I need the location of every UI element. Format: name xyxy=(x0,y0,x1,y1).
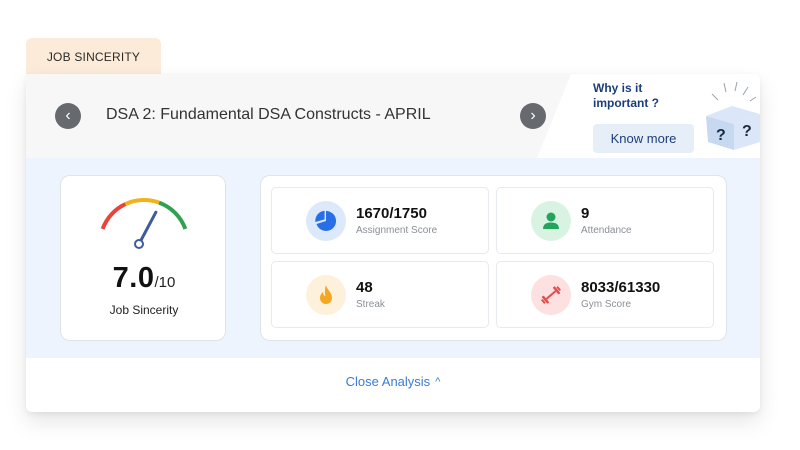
sincerity-score-value: 7.0 xyxy=(112,262,155,294)
why-important-text: Why is it important ? xyxy=(593,81,659,110)
stat-value: 8033/61330 xyxy=(581,279,661,296)
flame-icon xyxy=(306,275,346,315)
gauge-arc-high xyxy=(158,200,188,230)
sincerity-gauge xyxy=(100,198,188,249)
know-more-button[interactable]: Know more xyxy=(593,124,694,153)
close-analysis-label: Close Analysis xyxy=(345,374,431,389)
job-sincerity-card: 7.0/10 Job Sincerity xyxy=(60,175,226,341)
close-analysis-button[interactable]: Close Analysis ^ xyxy=(26,374,760,389)
stat-attendance: 9 Attendance xyxy=(496,187,714,254)
chevron-left-icon: ‹ xyxy=(65,107,71,124)
stat-value: 1670/1750 xyxy=(356,205,427,222)
sincerity-score-max: /10 xyxy=(154,274,176,291)
gauge-arc-low xyxy=(100,202,127,230)
know-more-label: Know more xyxy=(610,131,677,146)
course-title: DSA 2: Fundamental DSA Constructs - APRI… xyxy=(106,106,431,123)
analysis-card: ‹ DSA 2: Fundamental DSA Constructs - AP… xyxy=(26,74,760,412)
tab-label: JOB SINCERITY xyxy=(46,49,141,64)
stat-label: Assignment Score xyxy=(356,225,438,236)
stat-label: Attendance xyxy=(581,225,632,236)
prev-course-button[interactable]: ‹ xyxy=(55,103,81,129)
stat-label: Streak xyxy=(356,299,385,310)
question-box-icon: ? ? xyxy=(706,81,760,150)
dumbbell-icon xyxy=(531,275,571,315)
stat-assignment-score: 1670/1750 Assignment Score xyxy=(271,187,489,254)
stat-gym-score: 8033/61330 Gym Score xyxy=(496,261,714,328)
stats-grid: 1670/1750 Assignment Score 9 Attendance … xyxy=(260,175,727,341)
gauge-needle xyxy=(137,210,158,246)
person-icon xyxy=(531,201,571,241)
next-course-button[interactable]: › xyxy=(520,103,546,129)
chevron-up-icon: ^ xyxy=(435,376,441,388)
gauge-needle-hub xyxy=(134,239,144,249)
pie-chart-icon xyxy=(306,201,346,241)
chevron-right-icon: › xyxy=(530,107,536,124)
stat-value: 48 xyxy=(356,279,373,296)
sincerity-label: Job Sincerity xyxy=(109,303,179,317)
stat-value: 9 xyxy=(581,205,590,222)
gauge-arc-mid xyxy=(124,198,160,206)
question-mark-right: ? xyxy=(742,123,752,140)
stat-label: Gym Score xyxy=(581,299,632,310)
tab-job-sincerity[interactable]: JOB SINCERITY xyxy=(26,38,161,75)
stat-streak: 48 Streak xyxy=(271,261,489,328)
sincerity-score: 7.0/10 xyxy=(61,262,227,295)
question-mark-left: ? xyxy=(716,127,726,144)
